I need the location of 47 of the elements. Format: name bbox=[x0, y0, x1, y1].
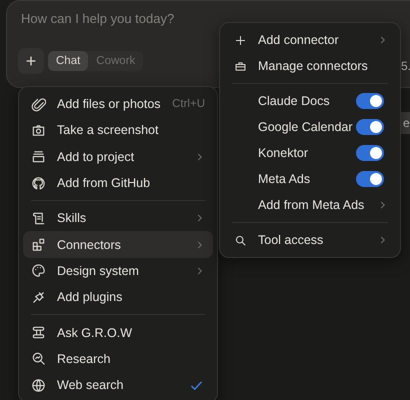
toggle-switch[interactable] bbox=[356, 145, 384, 161]
add-button[interactable]: + bbox=[18, 48, 44, 74]
prompt-field[interactable]: How can I help you today? bbox=[21, 11, 271, 26]
toggle-switch[interactable] bbox=[356, 171, 384, 187]
plug-icon bbox=[31, 290, 46, 305]
github-icon bbox=[31, 176, 46, 191]
toggle-switch[interactable] bbox=[356, 93, 384, 109]
tray-icon bbox=[31, 149, 46, 164]
plus-icon bbox=[234, 34, 247, 46]
chevron-icon bbox=[196, 213, 203, 224]
menu-item[interactable]: Google Calendar bbox=[224, 114, 396, 140]
chevron-icon bbox=[379, 200, 386, 210]
menu-item[interactable]: Add from GitHub bbox=[23, 170, 213, 196]
menu-item[interactable]: Add plugins bbox=[23, 284, 213, 310]
menu-item[interactable]: Konektor bbox=[224, 140, 396, 166]
briefcase-icon bbox=[234, 60, 247, 72]
search-icon bbox=[31, 351, 46, 366]
menu-item[interactable]: Add files or photos Ctrl+U bbox=[23, 91, 213, 118]
menu-item[interactable]: Add from Meta Ads bbox=[224, 192, 396, 218]
menu-item[interactable]: Add connector bbox=[224, 27, 396, 53]
menu-item[interactable]: Connectors bbox=[23, 231, 213, 258]
blocks-icon bbox=[31, 237, 46, 252]
menu-item[interactable]: Tool access bbox=[224, 227, 396, 253]
menu-item[interactable]: Skills bbox=[23, 205, 213, 232]
toggle-switch[interactable] bbox=[356, 119, 384, 135]
chevron-icon bbox=[379, 35, 386, 45]
search-icon bbox=[234, 234, 247, 246]
globe-icon bbox=[31, 378, 46, 393]
menu-item[interactable]: Claude Docs bbox=[224, 88, 396, 114]
menu-item[interactable]: Design system bbox=[23, 258, 213, 284]
menu-item[interactable]: Take a screenshot bbox=[23, 117, 213, 144]
mode-tab[interactable]: Chat bbox=[48, 51, 88, 71]
menu-item[interactable]: Research bbox=[23, 346, 213, 372]
menu-item[interactable]: Web search bbox=[23, 372, 213, 398]
menu-item[interactable]: Add to project bbox=[23, 144, 213, 170]
paperclip-icon bbox=[31, 96, 46, 112]
chevron-icon bbox=[196, 152, 203, 162]
chevron-icon bbox=[196, 266, 203, 276]
scroll-icon bbox=[31, 210, 46, 226]
menu-item[interactable]: Meta Ads bbox=[224, 166, 396, 192]
camera-icon bbox=[31, 122, 46, 138]
background-text: 5. bbox=[401, 59, 410, 73]
menu-item[interactable]: Ask G.R.O.W bbox=[23, 319, 213, 346]
chevron-icon bbox=[379, 235, 386, 245]
menu-item[interactable]: Manage connectors bbox=[224, 53, 396, 79]
palette-icon bbox=[31, 263, 46, 278]
chevron-icon bbox=[196, 240, 203, 250]
